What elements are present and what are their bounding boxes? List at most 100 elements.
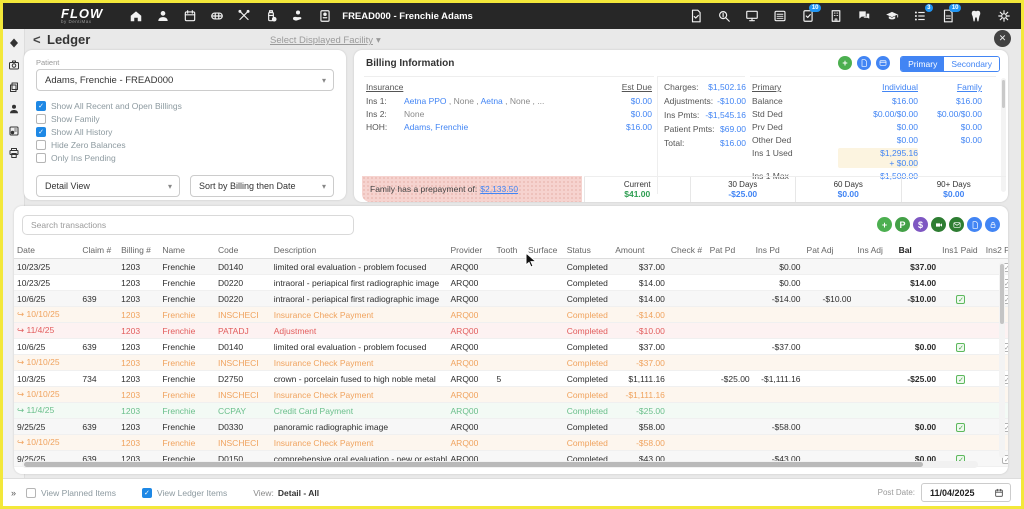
ledger-filter-checkbox[interactable] <box>36 114 46 124</box>
transactions-dollar-button[interactable]: $ <box>913 217 928 232</box>
table-row[interactable]: ↪ 10/10/251203FrenchieINSCHECIInsurance … <box>14 307 1008 323</box>
close-button[interactable]: ✕ <box>994 30 1011 47</box>
insurance-link[interactable]: Aetna <box>481 96 503 106</box>
patient-info-icon[interactable] <box>8 103 20 115</box>
reports-list-icon[interactable] <box>773 9 787 23</box>
column-header-status[interactable]: Status <box>564 242 612 259</box>
prepayment-amount-link[interactable]: $2,133.50 <box>480 184 518 194</box>
column-header-bal[interactable]: Bal <box>896 242 940 259</box>
toggle-secondary[interactable]: Secondary <box>944 57 999 71</box>
back-chevron-icon[interactable]: < <box>33 32 41 47</box>
table-horizontal-scrollbar[interactable] <box>22 461 978 468</box>
column-header-code[interactable]: Code <box>215 242 271 259</box>
search-input[interactable] <box>22 215 354 235</box>
column-header-ins_pd[interactable]: Ins Pd <box>753 242 804 259</box>
table-vertical-scrollbar[interactable] <box>999 262 1005 458</box>
benefits-scrollbar[interactable] <box>1001 78 1006 192</box>
table-row[interactable]: ↪ 11/4/251203FrenchieCCPAYCredit Card Pa… <box>14 403 1008 419</box>
patient-icon[interactable] <box>156 9 170 23</box>
patient-card-icon[interactable] <box>318 9 332 23</box>
transactions-camera-button[interactable] <box>931 217 946 232</box>
column-header-billing[interactable]: Billing # <box>118 242 159 259</box>
bottom-filter-checkbox[interactable] <box>26 488 36 498</box>
copy-icon[interactable] <box>8 81 20 93</box>
ins1-paid-checkbox[interactable]: ✓ <box>956 295 965 304</box>
insurance-row: Ins 2:None$0.00 <box>366 109 652 119</box>
table-row[interactable]: ↪ 10/10/251203FrenchieINSCHECIInsurance … <box>14 355 1008 371</box>
table-row[interactable]: ↪ 11/4/251203FrenchiePATADJAdjustmentARQ… <box>14 323 1008 339</box>
sort-select[interactable]: Sort by Billing then Date▾ <box>190 175 334 197</box>
ledger-filter-checkbox[interactable] <box>36 127 46 137</box>
select-facility-link[interactable]: Select Displayed Facility▾ <box>270 35 381 46</box>
column-header-date[interactable]: Date <box>14 242 79 259</box>
checklist-icon[interactable]: 3 <box>913 9 927 23</box>
tooth-chart-icon[interactable] <box>210 9 224 23</box>
calendar-icon[interactable] <box>994 488 1004 498</box>
ledger-filter-checkbox[interactable] <box>36 140 46 150</box>
column-header-ins1_paid[interactable]: Ins1 Paid <box>939 242 983 259</box>
treatment-tools-icon[interactable] <box>237 9 251 23</box>
table-row[interactable]: 10/3/257341203FrenchieD2750crown - porce… <box>14 371 1008 387</box>
home-icon[interactable] <box>129 9 143 23</box>
table-row[interactable]: 10/6/256391203FrenchieD0220intraoral - p… <box>14 291 1008 307</box>
learning-icon[interactable] <box>885 9 899 23</box>
billing-report-icon[interactable] <box>8 125 20 137</box>
messages-icon[interactable] <box>857 9 871 23</box>
app-logo[interactable]: FLOW by DentiMax <box>61 7 103 25</box>
transactions-lock-button[interactable] <box>985 217 1000 232</box>
billing-card-button[interactable] <box>876 56 890 70</box>
transactions-mail-button[interactable] <box>949 217 964 232</box>
column-header-pat_adj[interactable]: Pat Adj <box>804 242 855 259</box>
table-row[interactable]: 10/6/256391203FrenchieD0140limited oral … <box>14 339 1008 355</box>
prescriptions-icon[interactable] <box>264 9 278 23</box>
view-mode-select[interactable]: Detail View▾ <box>36 175 180 197</box>
aging-bucket-current: Current$41.00 <box>584 177 690 202</box>
transactions-file-button[interactable] <box>967 217 982 232</box>
expand-sidebar-icon[interactable]: » <box>11 488 16 498</box>
payments-icon[interactable] <box>291 9 305 23</box>
ledger-filter-checkbox[interactable] <box>36 153 46 163</box>
table-row[interactable]: 10/23/251203FrenchieD0140limited oral ev… <box>14 259 1008 275</box>
schedule-icon[interactable] <box>183 9 197 23</box>
column-header-amount[interactable]: Amount <box>612 242 668 259</box>
ins1-paid-checkbox[interactable]: ✓ <box>956 343 965 352</box>
insurance-link[interactable]: Aetna PPO <box>404 96 447 106</box>
toggle-primary[interactable]: Primary <box>901 57 944 71</box>
fee-search-icon[interactable] <box>717 9 731 23</box>
office-icon[interactable] <box>829 9 843 23</box>
table-row[interactable]: ↪ 10/10/251203FrenchieINSCHECIInsurance … <box>14 435 1008 451</box>
table-row[interactable]: ↪ 10/10/251203FrenchieINSCHECIInsurance … <box>14 387 1008 403</box>
column-header-provider[interactable]: Provider <box>448 242 494 259</box>
settings-gear-icon[interactable] <box>997 9 1011 23</box>
ins1-paid-checkbox[interactable]: ✓ <box>956 375 965 384</box>
column-header-pat_pd[interactable]: Pat Pd <box>707 242 753 259</box>
ins1-paid-checkbox[interactable]: ✓ <box>956 423 965 432</box>
tooth-icon[interactable] <box>969 9 983 23</box>
ledger-filter-row: Hide Zero Balances <box>36 140 334 150</box>
column-header-tooth[interactable]: Tooth <box>494 242 525 259</box>
documents-icon[interactable]: 10 <box>941 9 955 23</box>
column-header-ins2_paid[interactable]: Ins2 Paid <box>983 242 1008 259</box>
column-header-check[interactable]: Check # <box>668 242 707 259</box>
table-row[interactable]: 10/23/251203FrenchieD0220intraoral - per… <box>14 275 1008 291</box>
print-icon[interactable] <box>8 147 20 159</box>
table-row[interactable]: 9/25/256391203FrenchieD0330panoramic rad… <box>14 419 1008 435</box>
column-header-ins_adj[interactable]: Ins Adj <box>854 242 895 259</box>
patient-select[interactable]: Adams, Frenchie - FREAD000 ▾ <box>36 69 334 91</box>
camera-icon[interactable] <box>8 59 20 71</box>
transactions-plus-button[interactable]: + <box>877 217 892 232</box>
transactions-p-button[interactable]: P <box>895 217 910 232</box>
post-date-input[interactable] <box>928 487 986 499</box>
claims-icon[interactable] <box>689 9 703 23</box>
imaging-icon[interactable] <box>745 9 759 23</box>
tasks-icon[interactable]: 10 <box>801 9 815 23</box>
navigator-icon[interactable] <box>8 37 20 49</box>
insurance-link[interactable]: Adams, Frenchie <box>404 122 468 132</box>
column-header-name[interactable]: Name <box>159 242 215 259</box>
billing-file-button[interactable] <box>857 56 871 70</box>
column-header-description[interactable]: Description <box>271 242 448 259</box>
bottom-filter-checkbox[interactable] <box>142 488 152 498</box>
column-header-claim[interactable]: Claim # <box>79 242 118 259</box>
ledger-filter-checkbox[interactable] <box>36 101 46 111</box>
billing-plus-button[interactable]: + <box>838 56 852 70</box>
